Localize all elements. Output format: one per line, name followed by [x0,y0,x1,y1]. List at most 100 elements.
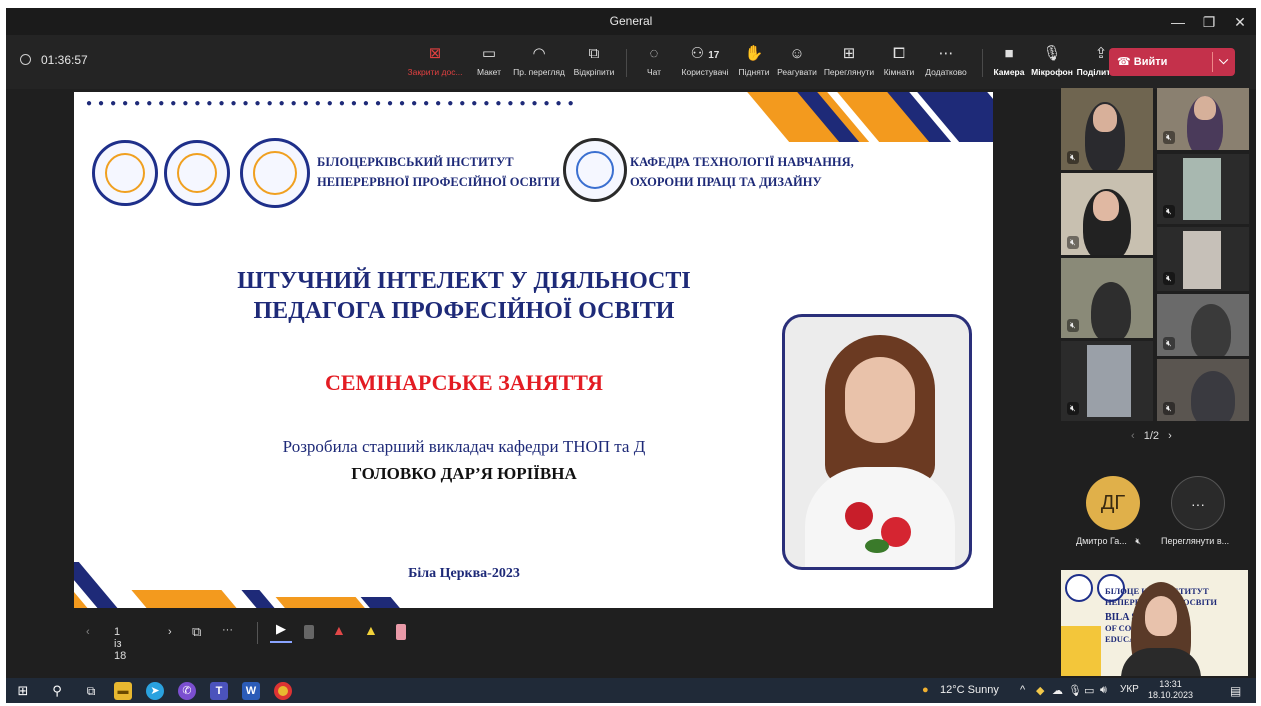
task-view-icon[interactable]: ⧉ [82,682,100,700]
rooms-icon: ⧠ [892,45,905,62]
participant-video[interactable]: 🔇︎ [1061,173,1153,255]
face-shape [845,357,915,443]
tray-chevron-icon[interactable]: ^ [1020,684,1025,696]
view-more-label: Переглянути в... [1161,536,1230,546]
restore-button[interactable]: ❐ [1194,11,1224,33]
search-icon[interactable]: ⚲ [48,682,66,700]
view-button[interactable]: ⊞ Переглянути [821,44,877,86]
meeting-toolbar: 01:36:57 ⊠ Закрити дос... ▭ Макет ◠ Пр. пер… [6,35,1256,89]
laser-tool-icon[interactable] [304,625,314,639]
volume-icon[interactable]: 🔊︎ [1100,684,1107,697]
word-icon[interactable]: W [242,682,260,700]
city-year: Біла Церква-2023 [408,566,520,581]
grid-view-icon[interactable]: ⧉ [192,624,201,640]
embroidery-flower [845,502,873,530]
face-shape [1093,191,1119,221]
next-page-icon[interactable]: › [1168,430,1172,442]
decor-stripe [275,597,373,608]
slide-subtitle: СЕМІНАРСЬКЕ ЗАНЯТТЯ [324,370,604,395]
pointer-tool-icon[interactable]: ▶ [270,621,292,643]
university-logo [164,140,230,206]
muted-mic-icon: 🔇︎ [1163,131,1175,144]
weather-text[interactable]: 12°C Sunny [940,684,999,696]
person-silhouette [1191,304,1231,356]
eye-icon: ◠ [532,45,546,62]
camera-button[interactable]: ■ Камера [990,44,1028,86]
view-label: Переглянути [823,67,875,77]
title-line-1: ШТУЧНИЙ ІНТЕЛЕКТ У ДІЯЛЬНОСТІ [237,268,691,294]
teams-icon[interactable]: T [210,682,228,700]
participants-button[interactable]: ⚇ 17 Користувачі [674,44,736,86]
prev-slide-button[interactable]: ‹ [86,626,90,638]
tray-app-icon[interactable]: ◆ [1036,684,1044,697]
slide-counter: 1 із 18 [114,626,127,662]
participant-video[interactable]: 🔇︎ [1157,88,1249,150]
mic-tray-icon[interactable]: 🎙︎ [1068,684,1082,697]
avatar[interactable]: ДГ [1086,476,1140,530]
self-view-preview[interactable]: БІЛОЦЕ КИЙ ІНСТИТУТ НЕПЕРЕ ЕСІЙНОЇ ОСВІТ… [1061,570,1248,676]
minimize-button[interactable]: — [1163,11,1193,33]
cloud-icon[interactable]: ☁ [1052,684,1063,697]
participant-video[interactable]: 🔇︎ [1157,154,1249,224]
camera-label: Камера [993,67,1025,77]
stop-sharing-button[interactable]: ⊠ Закрити дос... [406,44,464,86]
rooms-button[interactable]: ⧠ Кімнати [879,44,919,86]
network-icon[interactable]: ▭ [1084,684,1094,697]
grid-icon: ⊞ [842,45,856,62]
notifications-icon[interactable]: ▤ [1230,684,1241,698]
controls-divider [257,622,258,644]
blouse-shape [805,467,955,567]
muted-mic-icon: 🔇︎ [1067,151,1079,164]
next-slide-button[interactable]: › [168,626,172,638]
department-name: КАФЕДРА ТЕХНОЛОГІЇ НАВЧАННЯ, ОХОРОНИ ПРА… [630,152,854,192]
microphone-button[interactable]: 🎙 Мікрофон [1031,44,1073,86]
close-button[interactable]: ✕ [1225,11,1255,33]
windows-start-icon[interactable]: ⊞ [14,682,32,700]
raise-hand-button[interactable]: ✋ Підняти [736,44,772,86]
language-indicator[interactable]: УКР [1120,684,1139,695]
participant-video[interactable]: 🔇︎ [1157,359,1249,421]
chrome-icon[interactable] [274,682,292,700]
file-explorer-icon[interactable]: ▬ [114,682,132,700]
react-button[interactable]: ☺ Реагувати [774,44,820,86]
highlighter-icon[interactable]: ▲ [364,622,378,638]
phone-icon: ☎ [1117,56,1131,68]
participant-video[interactable]: 🔇︎ [1061,88,1153,170]
clock[interactable]: 13:31 18.10.2023 [1148,679,1193,701]
layout-icon: ▭ [481,45,497,62]
participant-video[interactable]: 🔇︎ [1157,294,1249,356]
timer-value: 01:36:57 [41,53,88,67]
leave-button[interactable]: ☎ Вийти ⌵ [1109,48,1235,76]
participant-video[interactable]: 🔇︎ [1157,227,1249,291]
institute-name: БІЛОЦЕРКІВСЬКИЙ ІНСТИТУТ НЕПЕРЕРВНОЇ ПРО… [317,152,560,192]
decor-stripe [131,590,247,608]
embroidery-leaf [865,539,889,553]
preview-decor [1061,626,1101,676]
decor-stripe [360,597,408,608]
author-photo [782,314,972,570]
institute-logo [240,138,310,208]
prev-page-icon[interactable]: ‹ [1131,430,1135,442]
unpin-button[interactable]: ⧉ Відкріпити [569,44,619,86]
preview-button[interactable]: ◠ Пр. перегляд [510,44,568,86]
participant-video[interactable]: 🔇︎ [1061,258,1153,338]
more-button[interactable]: ⋯ Додатково [920,44,972,86]
chat-label: Чат [646,67,662,77]
chevron-down-icon[interactable]: ⌵ [1219,53,1228,68]
toolbar-divider [626,49,627,77]
viber-icon[interactable]: ✆ [178,682,196,700]
layout-button[interactable]: ▭ Макет [472,44,506,86]
telegram-icon[interactable]: ➤ [146,682,164,700]
red-pen-icon[interactable]: ▲ [332,622,346,638]
muted-mic-icon: 🔇︎ [1067,236,1079,249]
academy-logo [92,140,158,206]
participant-video[interactable]: 🔇︎ [1061,341,1153,421]
more-label: Додатково [925,67,967,77]
chat-button[interactable]: ◌ Чат [640,44,668,86]
more-options-button[interactable]: ··· [222,624,233,636]
preview-label: Пр. перегляд [513,67,565,77]
microphone-label: Мікрофон [1031,67,1073,77]
more-participants-button[interactable]: ··· [1171,476,1225,530]
eraser-icon[interactable] [396,624,406,640]
smiley-icon: ☺ [789,45,805,62]
